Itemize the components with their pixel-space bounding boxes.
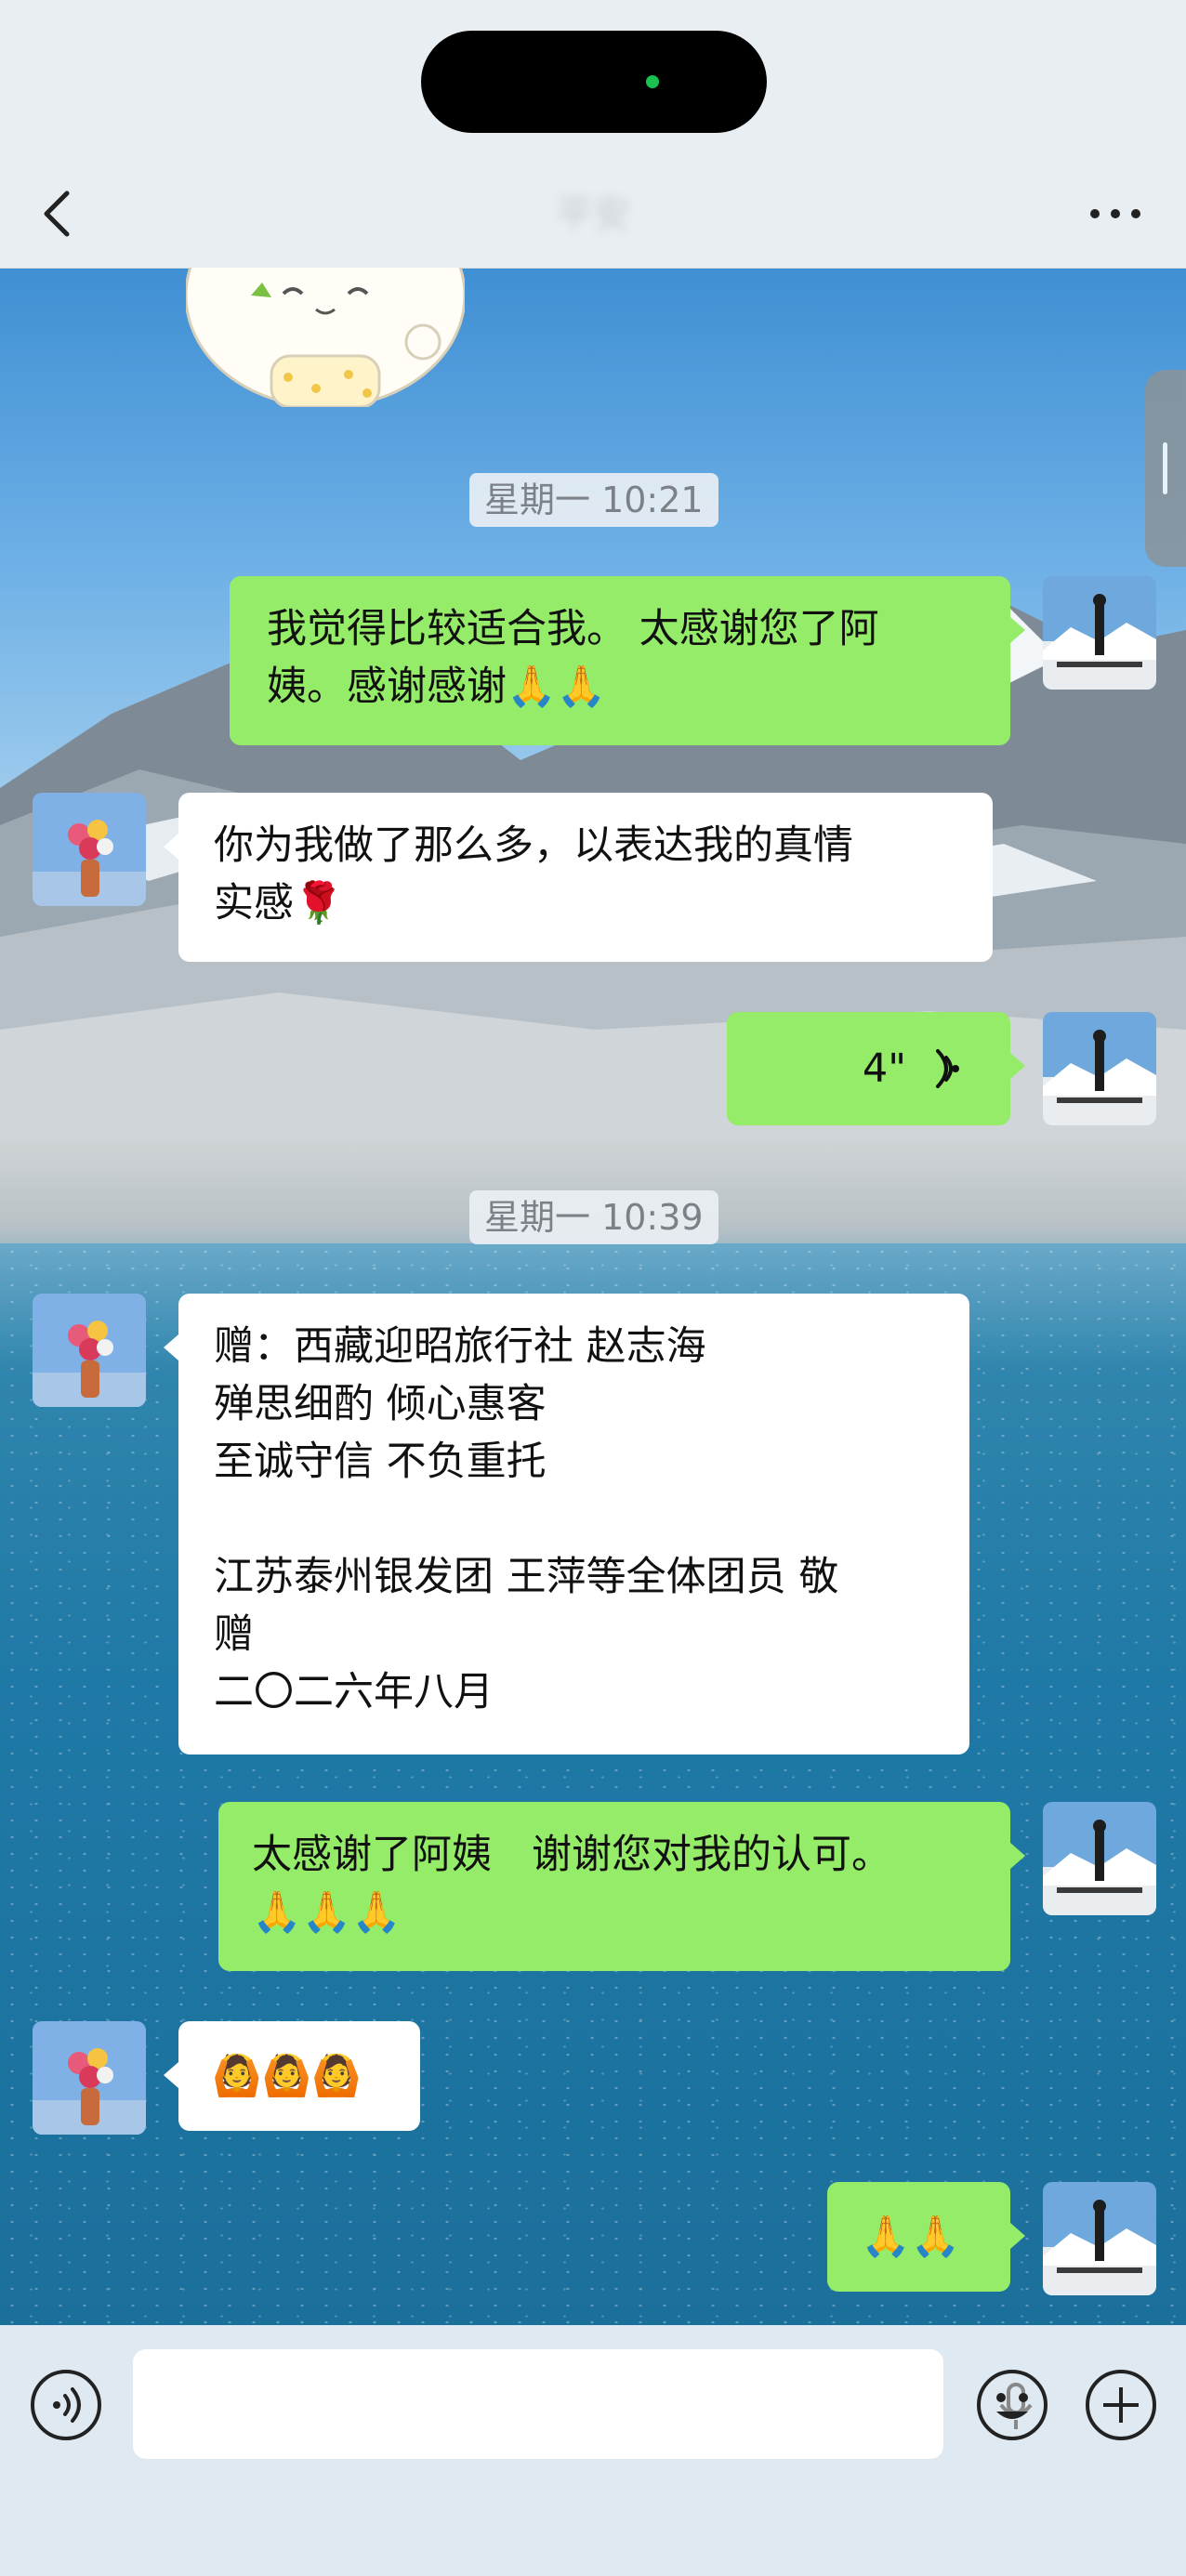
message-text: 二〇二六年八月: [214, 1669, 494, 1715]
message-text: 殚思细酌 倾心惠客: [214, 1381, 547, 1427]
message-text: 赠: [214, 1611, 254, 1658]
message-bubble-outgoing[interactable]: 我觉得比较适合我。 太感谢您了阿 姨。感谢感谢🙏🙏: [230, 576, 1025, 745]
contact-avatar[interactable]: [33, 2021, 146, 2135]
avatar-landscape-image: [1043, 1802, 1156, 1915]
chevron-left-icon: [44, 191, 70, 237]
message-text: 🙏🙏🙏: [252, 1889, 402, 1936]
avatar-flowers-image: [33, 1294, 146, 1407]
message-text: 至诚守信 不负重托: [214, 1439, 547, 1485]
message-text: 我觉得比较适合我。 太感谢您了阿: [267, 606, 879, 652]
plus-button[interactable]: [1083, 2367, 1159, 2443]
message-text: 🙏🙏: [861, 2214, 961, 2260]
voice-duration: 4": [862, 1045, 906, 1092]
message-text: 赠：西藏迎昭旅行社 赵志海: [214, 1323, 706, 1370]
message-text: 姨。感谢感谢🙏🙏: [267, 664, 607, 710]
message-text: 你为我做了那么多，以表达我的真情: [214, 822, 853, 869]
sticker-image[interactable]: [186, 268, 465, 407]
more-button[interactable]: [1078, 177, 1153, 249]
message-text: 🙆🙆🙆: [212, 2053, 362, 2099]
my-avatar[interactable]: [1043, 576, 1156, 690]
voice-message-bubble[interactable]: 4": [727, 1012, 1025, 1125]
more-icon: [1090, 209, 1140, 218]
message-text: 太感谢了阿姨 谢谢您对我的认可。: [252, 1832, 891, 1878]
chat-title: 平安: [556, 193, 630, 236]
message-bubble-outgoing[interactable]: 太感谢了阿姨 谢谢您对我的认可。 🙏🙏🙏: [218, 1802, 1025, 1971]
camera-indicator-dot: [646, 75, 659, 88]
scroll-handle-grip: [1163, 442, 1167, 494]
avatar-landscape-image: [1043, 2182, 1156, 2295]
chat-header: 平安: [0, 158, 1186, 269]
dynamic-island: [421, 31, 767, 133]
message-text: 实感🌹: [214, 880, 344, 927]
avatar-flowers-image: [33, 2021, 146, 2135]
cartoon-sticker: [186, 268, 465, 407]
message-text: [214, 1491, 934, 1548]
message-bubble-incoming[interactable]: 🙆🙆🙆: [164, 2021, 420, 2131]
contact-avatar[interactable]: [33, 793, 146, 906]
scroll-handle[interactable]: [1145, 370, 1186, 567]
message-bubble-incoming[interactable]: 你为我做了那么多，以表达我的真情 实感🌹: [164, 793, 993, 962]
avatar-landscape-image: [1043, 576, 1156, 690]
contact-avatar[interactable]: [33, 1294, 146, 1407]
input-bar: [0, 2325, 1186, 2576]
status-bar: [0, 0, 1186, 158]
message-bubble-incoming[interactable]: 赠：西藏迎昭旅行社 赵志海 殚思细酌 倾心惠客 至诚守信 不负重托 江苏泰州银发…: [164, 1294, 969, 1755]
timestamp: 星期一 10:21: [469, 473, 718, 527]
voice-toggle-button[interactable]: [28, 2367, 104, 2443]
my-avatar[interactable]: [1043, 1012, 1156, 1125]
emoji-icon: [977, 2370, 1048, 2440]
my-avatar[interactable]: [1043, 1802, 1156, 1915]
avatar-landscape-image: [1043, 1012, 1156, 1125]
message-input[interactable]: [133, 2349, 1033, 2459]
voice-wave-icon: [936, 1049, 959, 1088]
emoji-button[interactable]: [974, 2367, 1050, 2443]
timestamp: 星期一 10:39: [469, 1190, 718, 1244]
voice-icon: [31, 2370, 101, 2440]
plus-icon: [1086, 2370, 1156, 2440]
message-text: 江苏泰州银发团 王萍等全体团员 敬: [214, 1554, 839, 1600]
message-bubble-outgoing[interactable]: 🙏🙏: [827, 2182, 1025, 2292]
my-avatar[interactable]: [1043, 2182, 1156, 2295]
avatar-flowers-image: [33, 793, 146, 906]
back-button[interactable]: [28, 177, 93, 249]
